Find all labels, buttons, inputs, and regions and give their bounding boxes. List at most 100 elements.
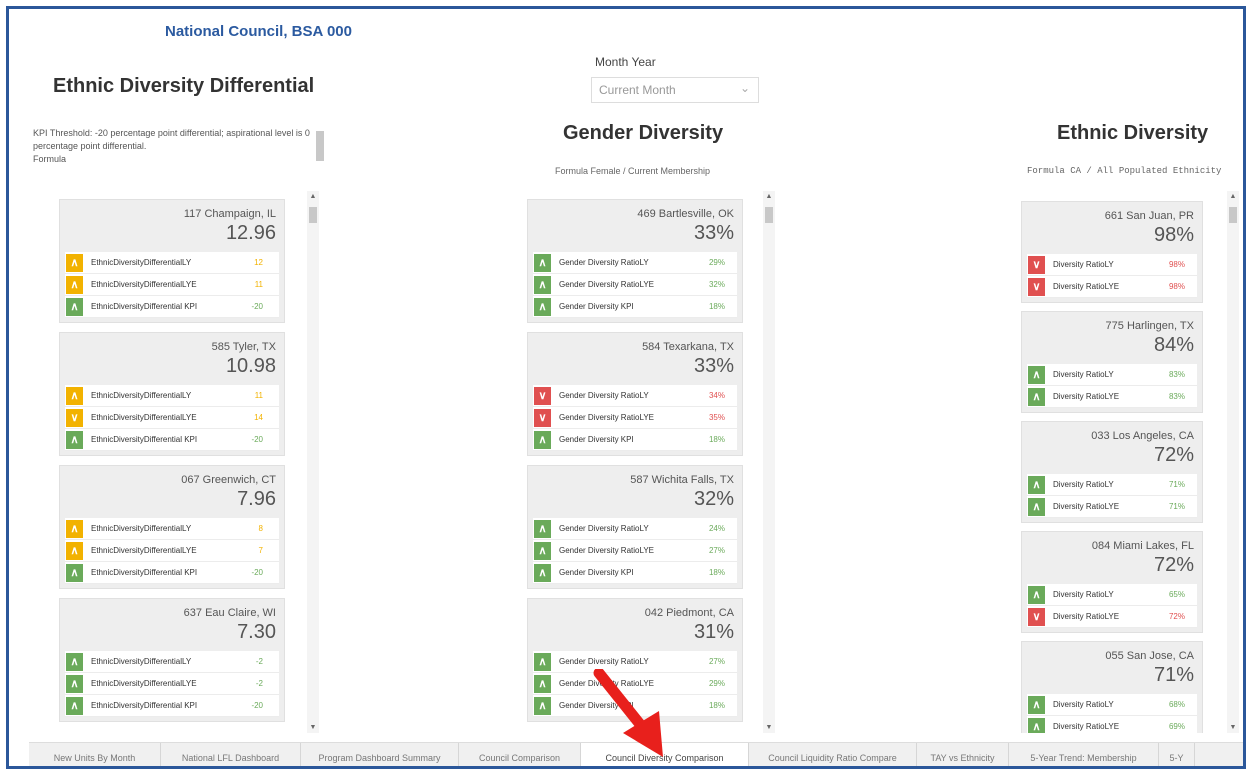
metric-value: 34% <box>708 391 725 400</box>
metric-row: ∧ Diversity RatioLYE 83% <box>1027 386 1197 408</box>
council-card[interactable]: 469 Bartlesville, OK 33% ∧ Gender Diversity… <box>527 199 743 323</box>
scroll-down-icon[interactable]: ▼ <box>307 724 319 731</box>
council-metric-value: 31% <box>693 621 734 643</box>
chevron-up-icon: ∧ <box>534 520 551 538</box>
metric-row: ∧ EthnicDiversityDifferentialLY 11 <box>65 385 279 407</box>
council-metric-value: 33% <box>693 355 734 377</box>
metric-label: Diversity RatioLY <box>1053 700 1114 709</box>
metric-label: EthnicDiversityDifferential KPI <box>91 435 198 444</box>
metric-value: 24% <box>708 524 725 533</box>
metric-row: ∧ EthnicDiversityDifferentialLYE -2 <box>65 673 279 695</box>
chevron-up-icon: ∧ <box>1028 366 1045 384</box>
council-name: 469 Bartlesville, OK <box>637 208 734 220</box>
metric-value: 69% <box>1168 722 1185 731</box>
report-tab[interactable]: New Units By Month <box>29 743 161 766</box>
council-metric-value: 33% <box>693 222 734 244</box>
scroll-thumb[interactable] <box>309 207 317 223</box>
chevron-up-icon: ∧ <box>534 254 551 272</box>
scroll-down-icon[interactable]: ▼ <box>1227 724 1239 731</box>
metric-label: Diversity RatioLY <box>1053 480 1114 489</box>
metric-label: Diversity RatioLY <box>1053 260 1114 269</box>
council-card[interactable]: 587 Wichita Falls, TX 32% ∧ Gender Diversit… <box>527 465 743 589</box>
month-year-dropdown[interactable]: Current Month ⌄ <box>591 77 759 103</box>
scroll-down-icon[interactable]: ▼ <box>763 724 775 731</box>
kpi-text-scrollbar[interactable] <box>316 131 324 161</box>
scroll-up-icon[interactable]: ▲ <box>763 193 775 200</box>
report-tab[interactable]: Council Comparison <box>459 743 581 766</box>
chevron-up-icon: ∧ <box>1028 586 1045 604</box>
council-card[interactable]: 584 Texarkana, TX 33% ∨ Gender Diversity Ra… <box>527 332 743 456</box>
council-name: 042 Piedmont, CA <box>644 607 734 619</box>
chevron-up-icon: ∧ <box>534 653 551 671</box>
council-card[interactable]: 661 San Juan, PR 98% ∨ Diversity RatioLY 98%… <box>1021 201 1203 303</box>
metric-value: -2 <box>255 679 263 688</box>
council-card[interactable]: 055 San Jose, CA 71% ∧ Diversity RatioLY 68%… <box>1021 641 1203 733</box>
metric-value: -20 <box>251 302 263 311</box>
council-card[interactable]: 033 Los Angeles, CA 72% ∧ Diversity RatioLY… <box>1021 421 1203 523</box>
chevron-up-icon: ∧ <box>66 431 83 449</box>
metric-label: Gender Diversity KPI <box>559 435 634 444</box>
metric-value: -20 <box>251 701 263 710</box>
council-metric-value: 7.96 <box>237 488 276 510</box>
report-tab[interactable]: 5-Y <box>1159 743 1195 766</box>
metric-row: ∧ EthnicDiversityDifferentialLY 8 <box>65 518 279 540</box>
council-card[interactable]: 637 Eau Claire, WI 7.30 ∧ EthnicDiversityDi… <box>59 598 285 722</box>
chevron-down-icon: ∨ <box>1028 278 1045 296</box>
metric-row: ∨ Diversity RatioLYE 98% <box>1027 276 1197 298</box>
council-card[interactable]: 067 Greenwich, CT 7.96 ∧ EthnicDiversityDif… <box>59 465 285 589</box>
scroll-up-icon[interactable]: ▲ <box>1227 193 1239 200</box>
council-metric-value: 98% <box>1153 224 1194 246</box>
report-tab[interactable]: TAY vs Ethnicity <box>917 743 1009 766</box>
ethnic-diversity-scrollbar[interactable]: ▲ ▼ <box>1227 191 1239 733</box>
scroll-thumb[interactable] <box>1229 207 1237 223</box>
chevron-down-icon: ⌄ <box>739 81 750 95</box>
month-year-value: Current Month <box>599 83 676 97</box>
chevron-up-icon: ∧ <box>66 542 83 560</box>
scroll-up-icon[interactable]: ▲ <box>307 193 319 200</box>
metric-row: ∧ EthnicDiversityDifferential KPI -20 <box>65 562 279 584</box>
ethnic-differential-scrollbar[interactable]: ▲ ▼ <box>307 191 319 733</box>
report-tab[interactable]: Program Dashboard Summary <box>301 743 459 766</box>
ethnic-diversity-card-list[interactable]: 661 San Juan, PR 98% ∨ Diversity RatioLY 98%… <box>1021 191 1203 733</box>
report-tab[interactable]: Council Liquidity Ratio Compare <box>749 743 917 766</box>
metric-row: ∧ Diversity RatioLY 65% <box>1027 584 1197 606</box>
metric-label: Gender Diversity KPI <box>559 302 634 311</box>
metric-row: ∧ EthnicDiversityDifferentialLYE 11 <box>65 274 279 296</box>
metric-row: ∧ EthnicDiversityDifferentialLY 12 <box>65 252 279 274</box>
council-card[interactable]: 585 Tyler, TX 10.98 ∧ EthnicDiversityDiffer… <box>59 332 285 456</box>
metric-value: 18% <box>708 435 725 444</box>
metric-row: ∨ EthnicDiversityDifferentialLYE 14 <box>65 407 279 429</box>
metric-value: 83% <box>1168 370 1185 379</box>
chevron-up-icon: ∧ <box>66 564 83 582</box>
metric-row: ∧ Gender Diversity KPI 18% <box>533 562 737 584</box>
chevron-up-icon: ∧ <box>534 697 551 715</box>
gender-diversity-card-list[interactable]: 469 Bartlesville, OK 33% ∧ Gender Diversity… <box>527 191 743 733</box>
metric-value: 72% <box>1168 612 1185 621</box>
chevron-up-icon: ∧ <box>534 675 551 693</box>
chevron-up-icon: ∧ <box>534 276 551 294</box>
chevron-up-icon: ∧ <box>66 276 83 294</box>
metric-row: ∧ Gender Diversity KPI 18% <box>533 296 737 318</box>
council-name: 067 Greenwich, CT <box>181 474 276 486</box>
scroll-thumb[interactable] <box>765 207 773 223</box>
report-tab[interactable]: National LFL Dashboard <box>161 743 301 766</box>
metric-value: -20 <box>251 568 263 577</box>
gender-diversity-scrollbar[interactable]: ▲ ▼ <box>763 191 775 733</box>
council-card[interactable]: 117 Champaign, IL 12.96 ∧ EthnicDiversityDi… <box>59 199 285 323</box>
chevron-up-icon: ∧ <box>1028 696 1045 714</box>
metric-row: ∧ EthnicDiversityDifferentialLY -2 <box>65 651 279 673</box>
council-card[interactable]: 084 Miami Lakes, FL 72% ∧ Diversity RatioLY… <box>1021 531 1203 633</box>
council-name: 775 Harlingen, TX <box>1105 320 1194 332</box>
metric-label: Gender Diversity KPI <box>559 568 634 577</box>
council-card[interactable]: 775 Harlingen, TX 84% ∧ Diversity RatioLY 83… <box>1021 311 1203 413</box>
panel-title-ethnic-diversity: Ethnic Diversity <box>1057 122 1209 144</box>
metric-label: Diversity RatioLY <box>1053 590 1114 599</box>
chevron-down-icon: ∨ <box>534 409 551 427</box>
ethnic-differential-card-list[interactable]: 117 Champaign, IL 12.96 ∧ EthnicDiversityDi… <box>59 191 285 733</box>
metric-value: 18% <box>708 701 725 710</box>
metric-value: 14 <box>254 413 263 422</box>
org-name: National Council, BSA 000 <box>165 23 352 40</box>
report-tab[interactable]: 5-Year Trend: Membership <box>1009 743 1159 766</box>
metric-label: Gender Diversity RatioLYE <box>559 413 654 422</box>
metric-label: EthnicDiversityDifferentialLY <box>91 391 192 400</box>
